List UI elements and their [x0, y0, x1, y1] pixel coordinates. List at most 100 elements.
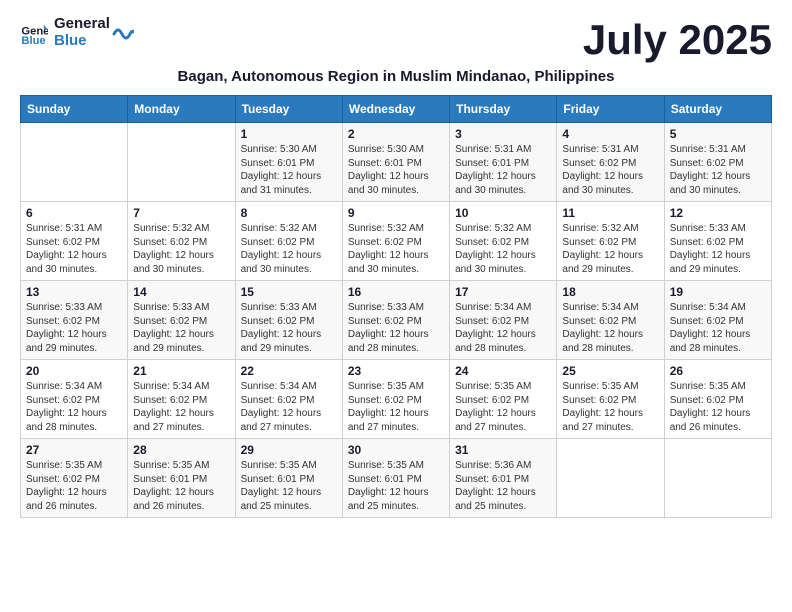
day-number: 6	[26, 206, 122, 220]
day-detail: Sunrise: 5:35 AM Sunset: 6:02 PM Dayligh…	[26, 459, 122, 513]
calendar-cell: 14 Sunrise: 5:33 AM Sunset: 6:02 PM Dayli…	[128, 281, 235, 360]
day-detail: Sunrise: 5:35 AM Sunset: 6:01 PM Dayligh…	[133, 459, 229, 513]
calendar-cell: 6 Sunrise: 5:31 AM Sunset: 6:02 PM Daylig…	[21, 202, 128, 281]
day-detail: Sunrise: 5:33 AM Sunset: 6:02 PM Dayligh…	[670, 222, 766, 276]
logo-blue: Blue	[54, 33, 110, 50]
day-detail: Sunrise: 5:35 AM Sunset: 6:01 PM Dayligh…	[348, 459, 444, 513]
calendar-cell	[128, 123, 235, 202]
day-number: 23	[348, 364, 444, 378]
day-detail: Sunrise: 5:35 AM Sunset: 6:02 PM Dayligh…	[562, 380, 658, 434]
header-friday: Friday	[557, 96, 664, 123]
calendar-cell: 9Sunrise: 5:32 AM Sunset: 6:02 PM Daylig…	[342, 202, 449, 281]
day-number: 10	[455, 206, 551, 220]
calendar-week-4: 20 Sunrise: 5:34 AM Sunset: 6:02 PM Dayli…	[21, 360, 772, 439]
day-number: 15	[241, 285, 337, 299]
calendar-cell: 26Sunrise: 5:35 AM Sunset: 6:02 PM Dayli…	[664, 360, 771, 439]
day-detail: Sunrise: 5:36 AM Sunset: 6:01 PM Dayligh…	[455, 459, 551, 513]
calendar-cell	[21, 123, 128, 202]
day-number: 1	[241, 127, 337, 141]
calendar-cell: 1Sunrise: 5:30 AM Sunset: 6:01 PM Daylig…	[235, 123, 342, 202]
day-number: 27	[26, 443, 122, 457]
day-detail: Sunrise: 5:32 AM Sunset: 6:02 PM Dayligh…	[455, 222, 551, 276]
day-detail: Sunrise: 5:31 AM Sunset: 6:02 PM Dayligh…	[670, 143, 766, 197]
header-wednesday: Wednesday	[342, 96, 449, 123]
day-number: 20	[26, 364, 122, 378]
day-number: 24	[455, 364, 551, 378]
day-number: 7	[133, 206, 229, 220]
day-detail: Sunrise: 5:33 AM Sunset: 6:02 PM Dayligh…	[26, 301, 122, 355]
month-title: July 2025	[583, 16, 772, 64]
day-detail: Sunrise: 5:33 AM Sunset: 6:02 PM Dayligh…	[133, 301, 229, 355]
calendar-cell: 28 Sunrise: 5:35 AM Sunset: 6:01 PM Dayli…	[128, 439, 235, 518]
header-monday: Monday	[128, 96, 235, 123]
day-number: 11	[562, 206, 658, 220]
calendar-table: SundayMondayTuesdayWednesdayThursdayFrid…	[20, 95, 772, 518]
day-detail: Sunrise: 5:34 AM Sunset: 6:02 PM Dayligh…	[26, 380, 122, 434]
header-sunday: Sunday	[21, 96, 128, 123]
day-detail: Sunrise: 5:32 AM Sunset: 6:02 PM Dayligh…	[133, 222, 229, 276]
day-detail: Sunrise: 5:35 AM Sunset: 6:02 PM Dayligh…	[670, 380, 766, 434]
day-number: 28	[133, 443, 229, 457]
day-detail: Sunrise: 5:32 AM Sunset: 6:02 PM Dayligh…	[562, 222, 658, 276]
day-detail: Sunrise: 5:32 AM Sunset: 6:02 PM Dayligh…	[348, 222, 444, 276]
calendar-cell: 23 Sunrise: 5:35 AM Sunset: 6:02 PM Dayli…	[342, 360, 449, 439]
day-number: 16	[348, 285, 444, 299]
calendar-cell	[664, 439, 771, 518]
day-number: 8	[241, 206, 337, 220]
day-number: 14	[133, 285, 229, 299]
day-number: 19	[670, 285, 766, 299]
day-detail: Sunrise: 5:35 AM Sunset: 6:02 PM Dayligh…	[455, 380, 551, 434]
svg-text:Blue: Blue	[21, 35, 45, 47]
day-number: 18	[562, 285, 658, 299]
day-number: 13	[26, 285, 122, 299]
day-number: 22	[241, 364, 337, 378]
calendar-cell: 12 Sunrise: 5:33 AM Sunset: 6:02 PM Dayli…	[664, 202, 771, 281]
header-thursday: Thursday	[450, 96, 557, 123]
day-detail: Sunrise: 5:34 AM Sunset: 6:02 PM Dayligh…	[455, 301, 551, 355]
calendar-week-1: 1 Sunrise: 5:30 AM Sunset: 6:01 PM Daylig…	[21, 123, 772, 202]
calendar-cell: 25Sunrise: 5:35 AM Sunset: 6:02 PM Dayli…	[557, 360, 664, 439]
calendar-cell: 19Sunrise: 5:34 AM Sunset: 6:02 PM Dayli…	[664, 281, 771, 360]
location-title: Bagan, Autonomous Region in Muslim Minda…	[20, 68, 772, 85]
calendar-cell: 18 Sunrise: 5:34 AM Sunset: 6:02 PM Dayli…	[557, 281, 664, 360]
calendar-cell: 27 Sunrise: 5:35 AM Sunset: 6:02 PM Dayli…	[21, 439, 128, 518]
calendar-cell: 7 Sunrise: 5:32 AM Sunset: 6:02 PM Daylig…	[128, 202, 235, 281]
calendar-body: 1 Sunrise: 5:30 AM Sunset: 6:01 PM Daylig…	[21, 123, 772, 518]
day-detail: Sunrise: 5:31 AM Sunset: 6:02 PM Dayligh…	[26, 222, 122, 276]
day-detail: Sunrise: 5:31 AM Sunset: 6:01 PM Dayligh…	[455, 143, 551, 197]
day-number: 21	[133, 364, 229, 378]
day-number: 31	[455, 443, 551, 457]
day-detail: Sunrise: 5:35 AM Sunset: 6:01 PM Dayligh…	[241, 459, 337, 513]
day-number: 12	[670, 206, 766, 220]
day-detail: Sunrise: 5:32 AM Sunset: 6:02 PM Dayligh…	[241, 222, 337, 276]
logo-wave-icon	[112, 24, 134, 44]
day-detail: Sunrise: 5:30 AM Sunset: 6:01 PM Dayligh…	[348, 143, 444, 197]
calendar-cell: 29 Sunrise: 5:35 AM Sunset: 6:01 PM Dayli…	[235, 439, 342, 518]
logo-general: General	[54, 16, 110, 33]
calendar-cell: 4 Sunrise: 5:31 AM Sunset: 6:02 PM Daylig…	[557, 123, 664, 202]
calendar-cell: 20 Sunrise: 5:34 AM Sunset: 6:02 PM Dayli…	[21, 360, 128, 439]
page-header: General Blue General Blue July 2025	[20, 16, 772, 64]
calendar-week-2: 6 Sunrise: 5:31 AM Sunset: 6:02 PM Daylig…	[21, 202, 772, 281]
day-detail: Sunrise: 5:31 AM Sunset: 6:02 PM Dayligh…	[562, 143, 658, 197]
day-detail: Sunrise: 5:34 AM Sunset: 6:02 PM Dayligh…	[133, 380, 229, 434]
calendar-cell: 30 Sunrise: 5:35 AM Sunset: 6:01 PM Dayli…	[342, 439, 449, 518]
calendar-cell: 22Sunrise: 5:34 AM Sunset: 6:02 PM Dayli…	[235, 360, 342, 439]
calendar-cell: 21 Sunrise: 5:34 AM Sunset: 6:02 PM Dayli…	[128, 360, 235, 439]
day-number: 5	[670, 127, 766, 141]
day-number: 30	[348, 443, 444, 457]
calendar-cell: 16Sunrise: 5:33 AM Sunset: 6:02 PM Dayli…	[342, 281, 449, 360]
day-detail: Sunrise: 5:34 AM Sunset: 6:02 PM Dayligh…	[562, 301, 658, 355]
calendar-cell: 8 Sunrise: 5:32 AM Sunset: 6:02 PM Daylig…	[235, 202, 342, 281]
day-number: 3	[455, 127, 551, 141]
calendar-cell: 24 Sunrise: 5:35 AM Sunset: 6:02 PM Dayli…	[450, 360, 557, 439]
header-tuesday: Tuesday	[235, 96, 342, 123]
logo-icon: General Blue	[20, 19, 48, 47]
day-number: 4	[562, 127, 658, 141]
day-number: 29	[241, 443, 337, 457]
calendar-cell	[557, 439, 664, 518]
day-detail: Sunrise: 5:35 AM Sunset: 6:02 PM Dayligh…	[348, 380, 444, 434]
calendar-cell: 17Sunrise: 5:34 AM Sunset: 6:02 PM Dayli…	[450, 281, 557, 360]
calendar-cell: 31 Sunrise: 5:36 AM Sunset: 6:01 PM Dayli…	[450, 439, 557, 518]
calendar-cell: 15Sunrise: 5:33 AM Sunset: 6:02 PM Dayli…	[235, 281, 342, 360]
